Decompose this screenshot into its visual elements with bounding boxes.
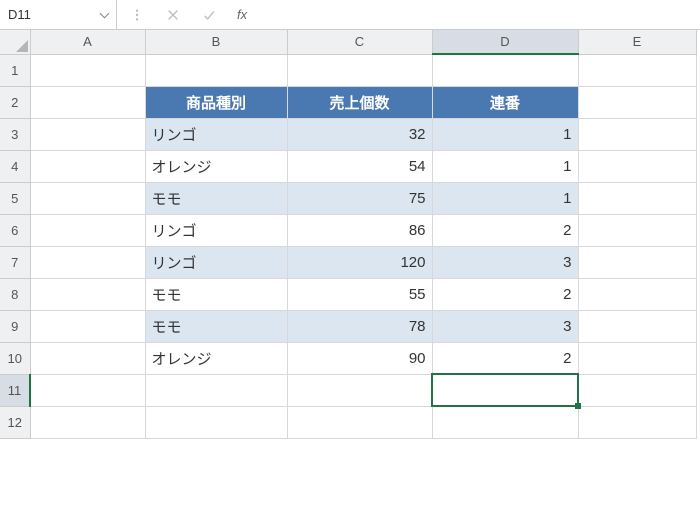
cell[interactable] <box>287 374 432 406</box>
column-header-row: A B C D E <box>0 30 696 54</box>
formula-input[interactable] <box>259 0 700 29</box>
cell[interactable] <box>30 310 145 342</box>
cell-product[interactable]: リンゴ <box>145 118 287 150</box>
cell[interactable] <box>30 342 145 374</box>
cell-qty[interactable]: 54 <box>287 150 432 182</box>
cell[interactable] <box>145 54 287 86</box>
cell-qty[interactable]: 90 <box>287 342 432 374</box>
cell-qty[interactable]: 86 <box>287 214 432 246</box>
row-header[interactable]: 2 <box>0 86 30 118</box>
cell-product[interactable]: モモ <box>145 278 287 310</box>
cell[interactable] <box>30 406 145 438</box>
cell-qty[interactable]: 120 <box>287 246 432 278</box>
cancel-icon[interactable] <box>165 7 181 23</box>
col-header-A[interactable]: A <box>30 30 145 54</box>
cell[interactable] <box>578 118 696 150</box>
cell-seq[interactable]: 3 <box>432 246 578 278</box>
cell-product[interactable]: オレンジ <box>145 342 287 374</box>
cell[interactable] <box>145 406 287 438</box>
formula-bar-buttons: fx <box>117 7 259 23</box>
row-header[interactable]: 6 <box>0 214 30 246</box>
cell-seq[interactable]: 2 <box>432 342 578 374</box>
cell[interactable] <box>578 278 696 310</box>
cell-seq[interactable]: 2 <box>432 278 578 310</box>
row-header[interactable]: 4 <box>0 150 30 182</box>
cell[interactable] <box>30 150 145 182</box>
cell-product[interactable]: リンゴ <box>145 246 287 278</box>
cell[interactable] <box>578 406 696 438</box>
cell[interactable] <box>145 374 287 406</box>
cell[interactable] <box>287 54 432 86</box>
dots-icon <box>129 7 145 23</box>
cell[interactable] <box>30 246 145 278</box>
cell[interactable] <box>578 246 696 278</box>
row-header[interactable]: 9 <box>0 310 30 342</box>
cell[interactable] <box>432 54 578 86</box>
cell[interactable] <box>578 54 696 86</box>
table-header-seq[interactable]: 連番 <box>432 86 578 118</box>
cell[interactable] <box>30 278 145 310</box>
select-all-corner[interactable] <box>0 30 30 54</box>
formula-bar: D11 fx <box>0 0 700 30</box>
fx-icon[interactable]: fx <box>237 7 247 22</box>
cell-qty[interactable]: 55 <box>287 278 432 310</box>
cell[interactable] <box>30 54 145 86</box>
active-cell[interactable] <box>432 374 578 406</box>
cell-qty[interactable]: 75 <box>287 182 432 214</box>
cell-qty[interactable]: 78 <box>287 310 432 342</box>
row-header[interactable]: 10 <box>0 342 30 374</box>
cell-qty[interactable]: 32 <box>287 118 432 150</box>
row-header[interactable]: 12 <box>0 406 30 438</box>
col-header-C[interactable]: C <box>287 30 432 54</box>
cell[interactable] <box>578 150 696 182</box>
cell[interactable] <box>30 118 145 150</box>
cell[interactable] <box>432 406 578 438</box>
cell[interactable] <box>578 310 696 342</box>
col-header-B[interactable]: B <box>145 30 287 54</box>
name-box[interactable]: D11 <box>0 0 117 29</box>
cell[interactable] <box>30 86 145 118</box>
table-header-qty[interactable]: 売上個数 <box>287 86 432 118</box>
cell-product[interactable]: リンゴ <box>145 214 287 246</box>
cell[interactable] <box>578 86 696 118</box>
cell-seq[interactable]: 1 <box>432 182 578 214</box>
cell[interactable] <box>30 374 145 406</box>
cell-seq[interactable]: 1 <box>432 118 578 150</box>
col-header-E[interactable]: E <box>578 30 696 54</box>
cell-seq[interactable]: 2 <box>432 214 578 246</box>
col-header-D[interactable]: D <box>432 30 578 54</box>
cell[interactable] <box>578 182 696 214</box>
table-header-product[interactable]: 商品種別 <box>145 86 287 118</box>
chevron-down-icon <box>100 8 110 18</box>
confirm-icon[interactable] <box>201 7 217 23</box>
cell-product[interactable]: モモ <box>145 310 287 342</box>
cell-product[interactable]: モモ <box>145 182 287 214</box>
cell[interactable] <box>30 214 145 246</box>
row-header[interactable]: 8 <box>0 278 30 310</box>
row-header[interactable]: 7 <box>0 246 30 278</box>
cell[interactable] <box>287 406 432 438</box>
cell-seq[interactable]: 3 <box>432 310 578 342</box>
row-header[interactable]: 5 <box>0 182 30 214</box>
row-header[interactable]: 1 <box>0 54 30 86</box>
name-box-text: D11 <box>8 7 31 22</box>
row-header[interactable]: 11 <box>0 374 30 406</box>
spreadsheet-grid: A B C D E 1 2 商品種別 売上個数 連番 3 リンゴ 32 <box>0 30 700 439</box>
cell-product[interactable]: オレンジ <box>145 150 287 182</box>
cell[interactable] <box>578 214 696 246</box>
cell-seq[interactable]: 1 <box>432 150 578 182</box>
row-header[interactable]: 3 <box>0 118 30 150</box>
cell[interactable] <box>578 342 696 374</box>
cell[interactable] <box>578 374 696 406</box>
grid-table: A B C D E 1 2 商品種別 売上個数 連番 3 リンゴ 32 <box>0 30 697 439</box>
cell[interactable] <box>30 182 145 214</box>
